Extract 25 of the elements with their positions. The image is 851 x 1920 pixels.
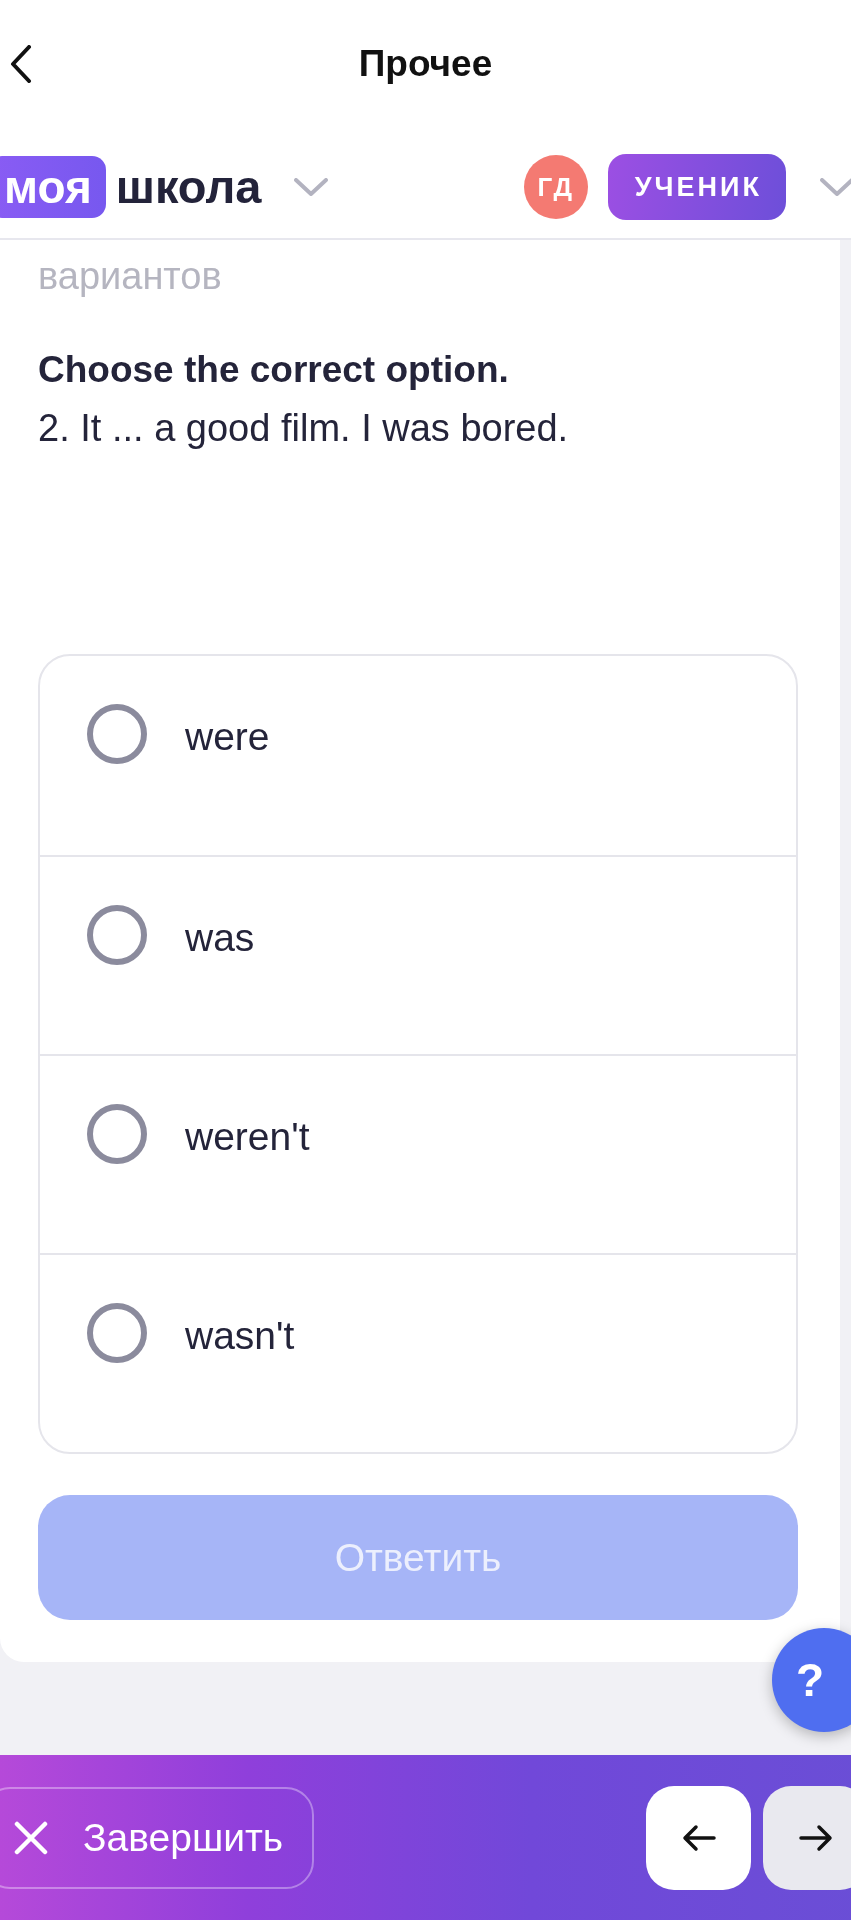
task-question: 2. It ... a good film. I was bored. — [38, 406, 569, 451]
logo-word: школа — [115, 159, 262, 215]
radio-button[interactable] — [87, 1303, 147, 1363]
radio-button[interactable] — [87, 905, 147, 965]
radio-button[interactable] — [87, 704, 147, 764]
task-text-fragment: вариантов — [38, 254, 222, 299]
back-icon[interactable] — [10, 45, 32, 83]
arrow-left-icon — [681, 1824, 716, 1852]
chevron-down-icon[interactable] — [294, 178, 329, 196]
option-label[interactable]: were — [185, 707, 270, 767]
help-button[interactable]: ? — [772, 1628, 851, 1732]
logo-badge: моя — [0, 156, 106, 218]
close-icon — [14, 1821, 48, 1855]
page-title: Прочее — [358, 43, 493, 85]
user-avatar: ГД — [523, 155, 588, 219]
option-label[interactable]: wasn't — [185, 1306, 295, 1366]
chevron-down-icon[interactable] — [820, 178, 851, 196]
arrow-right-icon — [798, 1824, 833, 1852]
previous-button[interactable] — [646, 1786, 751, 1890]
radio-button[interactable] — [87, 1104, 147, 1164]
option-label[interactable]: was — [185, 908, 255, 968]
finish-button[interactable]: Завершить — [0, 1787, 315, 1889]
task-instruction: Choose the correct option. — [38, 348, 509, 392]
role-badge: УЧЕНИК — [607, 154, 786, 220]
option-label[interactable]: weren't — [185, 1107, 310, 1167]
